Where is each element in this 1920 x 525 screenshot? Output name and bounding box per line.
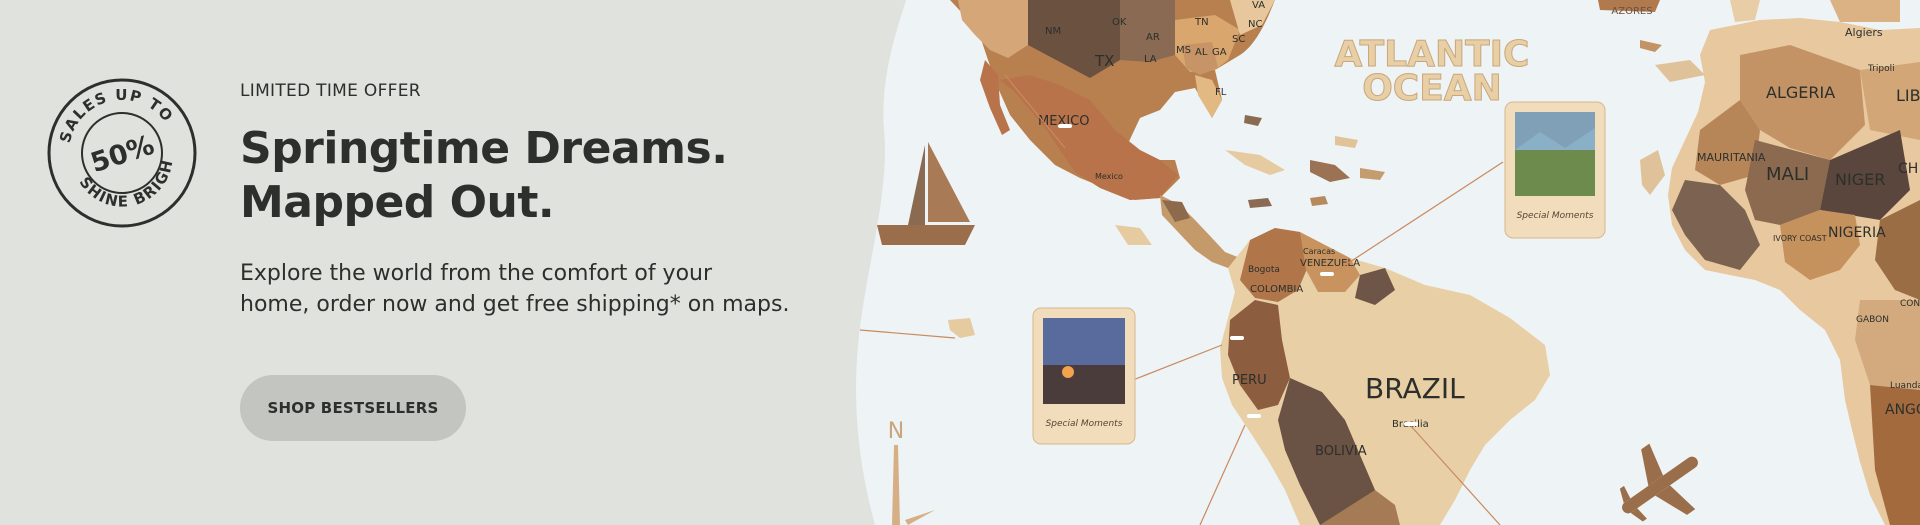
label-sc: SC: [1232, 34, 1245, 45]
headline-line-2: Mapped Out.: [240, 177, 555, 228]
label-chad: CH: [1898, 161, 1918, 177]
badge-value: 50%: [87, 130, 158, 179]
shop-bestsellers-button[interactable]: SHOP BESTSELLERS: [240, 375, 466, 441]
label-tripoli: Tripoli: [1867, 64, 1895, 74]
label-venezuela: VENEZUELA: [1300, 258, 1360, 269]
label-bolivia: BOLIVIA: [1315, 444, 1367, 459]
promo-description: Explore the world from the comfort of yo…: [240, 258, 880, 320]
photo-frame-2: Special Moments: [1032, 307, 1136, 445]
headline-line-1: Springtime Dreams.: [240, 123, 728, 174]
photo-caption-1: Special Moments: [1517, 211, 1594, 221]
headline: Springtime Dreams. Mapped Out.: [240, 122, 728, 230]
label-tn: TN: [1194, 17, 1209, 28]
photo-frame-1: Special Moments: [1504, 101, 1606, 239]
label-ok: OK: [1112, 17, 1127, 28]
description-line-1: Explore the world from the comfort of yo…: [240, 261, 713, 286]
sale-badge: SALES UP TO SHINE BRIGHT! 50%: [46, 77, 197, 228]
description-line-2: home, order now and get free shipping* o…: [240, 292, 790, 317]
label-luanda: Luanda: [1890, 381, 1920, 391]
label-algiers: Algiers: [1845, 26, 1883, 39]
label-ivory-coast: IVORY COAST: [1773, 234, 1827, 243]
photo-caption-2: Special Moments: [1046, 419, 1123, 429]
ocean-label: OCEAN: [1362, 68, 1502, 109]
label-tx: TX: [1094, 52, 1114, 70]
label-libya: LIBY: [1896, 86, 1920, 105]
label-nc: NC: [1248, 19, 1262, 30]
label-va: VA: [1252, 0, 1265, 11]
label-brazil: BRAZIL: [1365, 372, 1465, 405]
label-la: LA: [1144, 54, 1157, 65]
label-niger: NIGER: [1835, 170, 1885, 189]
label-mali: MALI: [1766, 164, 1809, 185]
label-nigeria: NIGERIA: [1828, 225, 1886, 241]
label-mexico-city: Mexico: [1095, 172, 1123, 181]
label-mauritania: MAURITANIA: [1697, 151, 1766, 164]
promo-banner[interactable]: ATLANTIC OCEAN AZORES NM OK AR TN NC VA …: [0, 0, 1920, 525]
label-nm: NM: [1045, 26, 1061, 37]
label-gabon: GABON: [1856, 315, 1889, 325]
label-bogota: Bogota: [1248, 265, 1280, 275]
label-colombia: COLOMBIA: [1250, 284, 1303, 295]
label-ms: MS: [1176, 45, 1191, 56]
compass-north-label: N: [888, 419, 904, 444]
label-fl: FL: [1215, 87, 1227, 98]
label-peru: PERU: [1232, 373, 1267, 388]
label-congo: CONGO: [1900, 299, 1920, 309]
label-angola: ANGO: [1885, 402, 1920, 418]
label-al: AL: [1195, 47, 1208, 58]
label-caracas: Caracas: [1303, 247, 1335, 256]
azores-label: AZORES: [1611, 6, 1652, 17]
eyebrow-text: LIMITED TIME OFFER: [240, 81, 421, 101]
label-ga: GA: [1212, 47, 1227, 58]
label-ar: AR: [1146, 32, 1160, 43]
label-algeria: ALGERIA: [1766, 83, 1835, 102]
